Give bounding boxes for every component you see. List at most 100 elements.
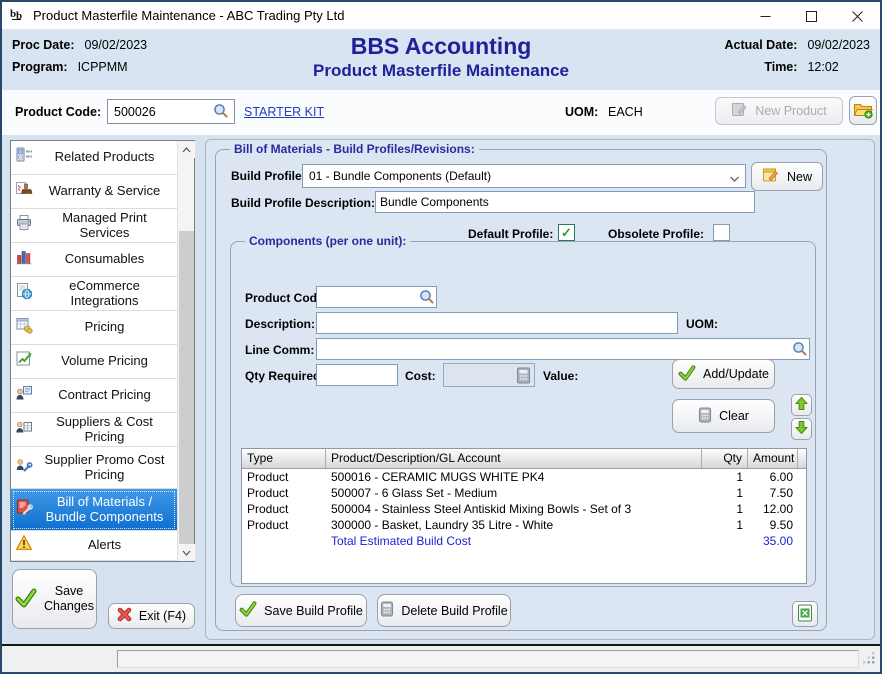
- cell-qty: 1: [702, 501, 748, 517]
- sidebar-item-consumables[interactable]: Consumables: [11, 243, 177, 277]
- new-product-label: New Product: [755, 104, 827, 118]
- sidebar-item-supplier-promo-cost-pricing[interactable]: Supplier Promo Cost Pricing: [11, 447, 177, 489]
- check-icon: [239, 601, 257, 620]
- cell-type: Product: [242, 485, 326, 501]
- body-area: Related Products Warranty & Service Mana…: [2, 135, 880, 646]
- move-down-button[interactable]: [791, 418, 812, 440]
- scroll-up-icon[interactable]: [178, 141, 195, 158]
- delete-icon: [380, 601, 394, 620]
- actual-date-value: 09/02/2023: [807, 38, 870, 52]
- clear-label: Clear: [719, 409, 749, 423]
- calculator-icon: [516, 367, 531, 389]
- cell-amount: 7.50: [748, 485, 798, 501]
- components-group-title: Components (per one unit):: [245, 234, 410, 248]
- build-profile-label: Build Profile:: [231, 169, 306, 183]
- sidebar-item-label: eCommerce Integrations: [11, 279, 177, 308]
- build-profile-dropdown[interactable]: 01 - Bundle Components (Default): [302, 164, 746, 188]
- add-update-button[interactable]: Add/Update: [672, 359, 775, 389]
- sidebar-item-warranty-service[interactable]: Warranty & Service: [11, 175, 177, 209]
- component-description-input[interactable]: [316, 312, 678, 334]
- sidebar-item-ecommerce-integrations[interactable]: eCommerce Integrations: [11, 277, 177, 311]
- cell-type: Product: [242, 469, 326, 485]
- sidebar-item-bill-of-materials[interactable]: Bill of Materials / Bundle Components: [11, 489, 177, 531]
- arrow-up-icon: [795, 396, 808, 414]
- time-value: 12:02: [807, 60, 870, 74]
- eraser-icon: [698, 407, 712, 426]
- component-search-icon[interactable]: [419, 289, 435, 310]
- sidebar-item-managed-print-services[interactable]: Managed Print Services: [11, 209, 177, 243]
- save-build-profile-label: Save Build Profile: [264, 604, 363, 618]
- close-x-icon: [117, 607, 132, 625]
- product-name-link[interactable]: STARTER KIT: [244, 105, 324, 119]
- exit-label: Exit (F4): [139, 609, 186, 623]
- clear-button[interactable]: Clear: [672, 399, 775, 433]
- cell-product: 500016 - CERAMIC MUGS WHITE PK4: [326, 469, 702, 485]
- excel-icon: [797, 604, 813, 625]
- cell-amount: 9.50: [748, 517, 798, 533]
- bom-group-title: Bill of Materials - Build Profiles/Revis…: [230, 142, 479, 156]
- maximize-button[interactable]: [788, 2, 834, 30]
- line-comm-label: Line Comm:: [245, 343, 314, 357]
- components-groupbox: Components (per one unit): Product Code:…: [230, 241, 816, 587]
- main-panel: Bill of Materials - Build Profiles/Revis…: [205, 139, 875, 640]
- table-row[interactable]: Product 500004 - Stainless Steel Antiski…: [242, 501, 806, 517]
- sidebar-item-pricing[interactable]: Pricing: [11, 311, 177, 345]
- printer-icon: [15, 214, 33, 237]
- app-window: bb Product Masterfile Maintenance - ABC …: [0, 0, 882, 674]
- actual-date-label: Actual Date:: [725, 38, 798, 52]
- product-toolbar: Product Code: STARTER KIT UOM: EACH New …: [2, 90, 880, 135]
- total-amount: 35.00: [748, 533, 798, 549]
- qty-required-input[interactable]: [316, 364, 398, 386]
- table-row[interactable]: Product 500007 - 6 Glass Set - Medium 1 …: [242, 485, 806, 501]
- close-button[interactable]: [834, 2, 880, 30]
- person-wrench-icon: [15, 456, 33, 479]
- check-icon: [15, 588, 37, 611]
- sidebar-item-volume-pricing[interactable]: Volume Pricing: [11, 345, 177, 379]
- scrollbar-thumb[interactable]: [179, 231, 194, 545]
- minimize-button[interactable]: [742, 2, 788, 30]
- line-comm-input[interactable]: [316, 338, 810, 360]
- cell-qty: 1: [702, 517, 748, 533]
- default-profile-checkbox[interactable]: ✓: [558, 224, 575, 241]
- sidebar-item-contract-pricing[interactable]: Contract Pricing: [11, 379, 177, 413]
- red-doc-wrench-icon: [15, 498, 33, 521]
- open-product-folder-button[interactable]: [849, 96, 877, 125]
- cell-product: 500007 - 6 Glass Set - Medium: [326, 485, 702, 501]
- sidebar-item-label: Related Products: [11, 150, 177, 165]
- cell-type: Product: [242, 501, 326, 517]
- chevron-down-icon: [729, 172, 740, 186]
- delete-build-profile-label: Delete Build Profile: [401, 604, 507, 618]
- export-excel-button[interactable]: [792, 601, 818, 627]
- add-update-label: Add/Update: [703, 367, 769, 381]
- save-build-profile-button[interactable]: Save Build Profile: [235, 594, 367, 627]
- line-comm-search-icon[interactable]: [792, 341, 808, 362]
- scroll-down-icon[interactable]: [178, 544, 195, 561]
- delete-build-profile-button[interactable]: Delete Build Profile: [377, 594, 511, 627]
- table-row[interactable]: Product 300000 - Basket, Laundry 35 Litr…: [242, 517, 806, 533]
- sidebar-item-suppliers-cost-pricing[interactable]: Suppliers & Cost Pricing: [11, 413, 177, 447]
- components-table: Type Product/Description/GL Account Qty …: [241, 448, 807, 584]
- build-profile-description-input[interactable]: [375, 191, 755, 213]
- notepad-pencil-icon: [762, 166, 780, 187]
- column-header-amount: Amount: [748, 449, 798, 468]
- title-bar[interactable]: bb Product Masterfile Maintenance - ABC …: [2, 2, 880, 30]
- product-search-icon[interactable]: [213, 103, 229, 124]
- component-uom-label: UOM:: [686, 317, 718, 331]
- sidebar-item-alerts[interactable]: Alerts: [11, 531, 177, 561]
- new-profile-button[interactable]: New: [751, 162, 823, 191]
- globe-page-icon: [15, 282, 33, 305]
- default-profile-label: Default Profile:: [468, 227, 553, 241]
- component-description-label: Description:: [245, 317, 315, 331]
- exit-button[interactable]: Exit (F4): [108, 603, 195, 629]
- build-profile-value: 01 - Bundle Components (Default): [309, 169, 491, 183]
- obsolete-profile-checkbox[interactable]: [713, 224, 730, 241]
- resize-grip[interactable]: [863, 652, 876, 670]
- qty-required-label: Qty Required:: [245, 369, 324, 383]
- new-profile-label: New: [787, 170, 812, 184]
- table-row[interactable]: Product 500016 - CERAMIC MUGS WHITE PK4 …: [242, 469, 806, 485]
- save-changes-button[interactable]: Save Changes: [12, 569, 97, 629]
- sidebar-item-related-products[interactable]: Related Products: [11, 141, 177, 175]
- value-label: Value:: [543, 369, 578, 383]
- move-up-button[interactable]: [791, 394, 812, 416]
- sidebar-scrollbar[interactable]: [177, 141, 194, 561]
